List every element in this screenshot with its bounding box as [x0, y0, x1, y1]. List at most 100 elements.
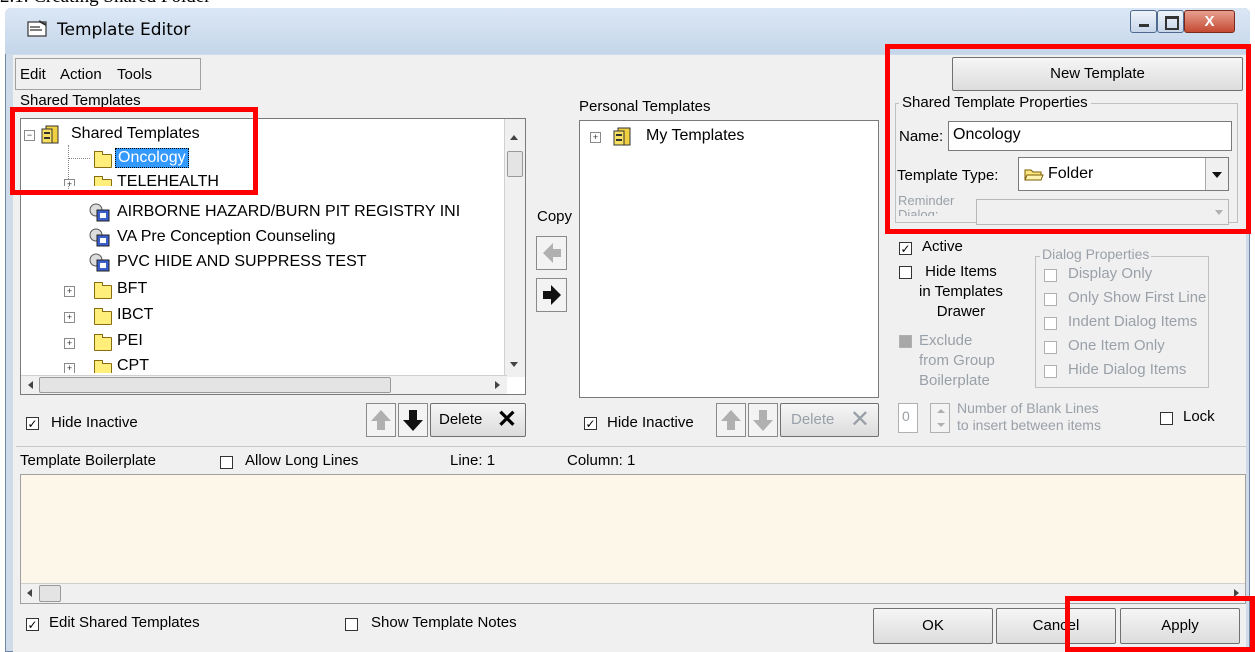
display-only-label: Display Only: [1068, 265, 1153, 282]
up-arrow-icon: [371, 410, 391, 430]
folder-icon: [94, 176, 112, 186]
personal-move-up-button[interactable]: [716, 403, 746, 437]
tree-node-my-templates[interactable]: + My Templates: [580, 126, 860, 149]
hide-dialog-items-checkbox[interactable]: [1044, 365, 1057, 378]
hide-inactive-personal-label: Hide Inactive: [607, 414, 694, 431]
edit-shared-templates-checkbox[interactable]: ✓: [26, 618, 39, 631]
chevron-down-icon: [1215, 210, 1223, 215]
one-item-only-label: One Item Only: [1068, 337, 1165, 354]
vertical-scrollbar[interactable]: [504, 119, 525, 377]
column-indicator: Column: 1: [567, 452, 636, 469]
move-up-button[interactable]: [366, 403, 396, 437]
menu-tools[interactable]: Tools: [117, 66, 152, 83]
copy-left-button[interactable]: [536, 236, 567, 270]
scrollbar-thumb[interactable]: [507, 151, 523, 177]
indent-dialog-items-checkbox[interactable]: [1044, 317, 1057, 330]
boilerplate-hscrollbar[interactable]: [21, 583, 1245, 603]
cancel-button[interactable]: Cancel: [996, 608, 1116, 644]
hide-items-checkbox[interactable]: [899, 266, 912, 279]
tree-node-telehealth[interactable]: + TELEHEALTH: [21, 172, 491, 186]
ok-button[interactable]: OK: [873, 608, 993, 644]
reminder-dialog-select[interactable]: [976, 199, 1229, 225]
boilerplate-editor[interactable]: [20, 474, 1246, 604]
folder-icon: [94, 282, 112, 299]
tree-node-label: BFT: [117, 280, 148, 297]
title-bar[interactable]: [5, 8, 1250, 54]
minimize-button[interactable]: [1130, 10, 1157, 33]
delete-shared-button[interactable]: Delete ✕: [430, 403, 526, 437]
allow-long-lines-checkbox[interactable]: [220, 456, 233, 469]
close-icon: X: [1204, 13, 1215, 30]
personal-templates-label: Personal Templates: [579, 98, 711, 115]
tree-node-oncology[interactable]: Oncology: [21, 148, 491, 171]
move-down-button[interactable]: [398, 403, 428, 437]
only-show-first-line-checkbox[interactable]: [1044, 293, 1057, 306]
exclude-checkbox[interactable]: [899, 335, 912, 348]
folder-icon: [94, 334, 112, 351]
reminder-label-line: Reminder: [898, 193, 955, 208]
reminder-label-line: Dialog:: [898, 208, 939, 216]
lock-checkbox[interactable]: [1160, 412, 1173, 425]
hide-items-line: in Templates: [919, 283, 1003, 300]
template-type-select[interactable]: Folder: [1018, 157, 1229, 191]
spin-up-icon: [937, 409, 945, 413]
blank-lines-line: to insert between items: [957, 417, 1101, 433]
tree-node-shared-root[interactable]: − Shared Templates: [21, 124, 491, 147]
hide-items-label: Hide Items in Templates Drawer: [919, 262, 1003, 322]
scrollbar-thumb[interactable]: [39, 585, 61, 602]
tree-node-pvc-hide[interactable]: PVC HIDE AND SUPPRESS TEST: [21, 252, 491, 275]
personal-move-down-button[interactable]: [748, 403, 778, 437]
menu-edit[interactable]: Edit: [20, 66, 46, 83]
hide-inactive-personal-checkbox[interactable]: ✓: [584, 417, 597, 430]
blank-lines-line: Number of Blank Lines: [957, 400, 1099, 416]
tree-node-label: AIRBORNE HAZARD/BURN PIT REGISTRY INI: [117, 203, 461, 220]
properties-group-title: Shared Template Properties: [899, 94, 1091, 111]
copy-right-button[interactable]: [536, 278, 567, 312]
show-template-notes-checkbox[interactable]: [345, 618, 358, 631]
tree-connector: [68, 158, 90, 159]
delete-personal-button[interactable]: Delete ✕: [780, 403, 879, 437]
menu-action[interactable]: Action: [60, 66, 102, 83]
folder-icon: [94, 151, 112, 168]
exclude-line: Exclude: [919, 332, 973, 349]
show-template-notes-label: Show Template Notes: [371, 614, 517, 631]
maximize-button[interactable]: [1157, 10, 1184, 33]
tree-node-bft[interactable]: + BFT: [21, 279, 491, 302]
lock-label: Lock: [1183, 408, 1215, 425]
reminder-template-icon: [89, 228, 110, 247]
scrollbar-thumb[interactable]: [39, 377, 391, 393]
horizontal-scrollbar[interactable]: [21, 375, 507, 394]
one-item-only-checkbox[interactable]: [1044, 341, 1057, 354]
open-folder-icon: [1024, 169, 1044, 181]
blank-lines-input[interactable]: 0: [898, 403, 918, 433]
name-label: Name:: [899, 128, 944, 145]
tree-node-cpt[interactable]: + CPT: [21, 356, 491, 373]
tree-node-va-pre-conception[interactable]: VA Pre Conception Counseling: [21, 227, 491, 250]
template-type-value: Folder: [1048, 165, 1094, 182]
apply-button[interactable]: Apply: [1120, 608, 1240, 644]
chevron-down-icon: [1212, 172, 1222, 178]
tree-node-pei[interactable]: + PEI: [21, 331, 491, 354]
active-checkbox[interactable]: ✓: [899, 242, 912, 255]
expand-icon: +: [64, 179, 75, 186]
tree-node-ibct[interactable]: + IBCT: [21, 305, 491, 328]
up-arrow-icon: [721, 410, 741, 430]
window-title: Template Editor: [57, 20, 191, 40]
expand-icon: +: [64, 338, 75, 349]
maximize-icon: [1165, 16, 1179, 30]
personal-templates-tree[interactable]: + My Templates: [579, 120, 879, 398]
allow-long-lines-label: Allow Long Lines: [245, 452, 359, 469]
shared-templates-tree[interactable]: − Shared Templates Oncology + TELEHEALTH…: [20, 118, 526, 395]
expand-icon: +: [590, 132, 601, 143]
name-field[interactable]: Oncology: [948, 121, 1232, 151]
blank-lines-spinner[interactable]: [930, 403, 950, 433]
dropdown-button[interactable]: [1205, 158, 1228, 190]
close-button[interactable]: X: [1184, 10, 1235, 33]
display-only-checkbox[interactable]: [1044, 269, 1057, 282]
new-template-button[interactable]: New Template: [952, 57, 1243, 91]
right-arrow-icon: [543, 285, 561, 305]
tree-node-label: PVC HIDE AND SUPPRESS TEST: [117, 253, 367, 270]
tree-node-airborne[interactable]: AIRBORNE HAZARD/BURN PIT REGISTRY INI: [21, 202, 507, 225]
hide-inactive-shared-checkbox[interactable]: ✓: [26, 417, 39, 430]
tree-node-label: Oncology: [115, 148, 189, 168]
